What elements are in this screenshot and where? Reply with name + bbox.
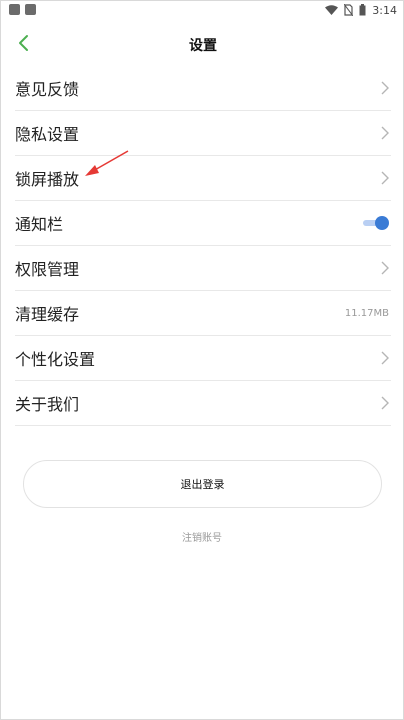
- battery-icon: [359, 4, 366, 16]
- chevron-right-icon: [381, 261, 389, 275]
- notification-bar-toggle[interactable]: [363, 216, 389, 230]
- settings-item-label: 关于我们: [15, 395, 80, 414]
- settings-item-label: 锁屏播放: [15, 170, 80, 189]
- phone-screen: 3:14 设置 意见反馈 隐私设置 锁屏播放 通知栏 权限管理 清理缓存 11.…: [0, 0, 404, 720]
- settings-item-label: 隐私设置: [15, 125, 80, 144]
- settings-item-notification-bar: 通知栏: [15, 201, 391, 246]
- chevron-right-icon: [381, 126, 389, 140]
- settings-item-feedback[interactable]: 意见反馈: [15, 66, 391, 111]
- logout-label: 退出登录: [180, 478, 225, 491]
- clock: 3:14: [372, 3, 397, 17]
- cache-size: 11.17MB: [344, 307, 389, 319]
- wifi-icon: [325, 4, 339, 15]
- settings-item-lockscreen-playback[interactable]: 锁屏播放: [15, 156, 391, 201]
- chevron-right-icon: [381, 81, 389, 95]
- chevron-right-icon: [381, 351, 389, 365]
- notification-icon-2: [25, 4, 36, 15]
- status-bar: 3:14: [1, 1, 404, 23]
- settings-item-label: 意见反馈: [15, 80, 80, 99]
- settings-item-clear-cache[interactable]: 清理缓存 11.17MB: [15, 291, 391, 336]
- settings-item-label: 通知栏: [15, 215, 64, 234]
- cancel-account-link[interactable]: 注销账号: [1, 529, 403, 544]
- settings-item-personalization[interactable]: 个性化设置: [15, 336, 391, 381]
- settings-item-permissions[interactable]: 权限管理: [15, 246, 391, 291]
- settings-item-label: 个性化设置: [15, 350, 96, 369]
- toggle-knob: [375, 216, 389, 230]
- settings-item-label: 权限管理: [15, 260, 80, 279]
- nav-header: 设置: [1, 23, 404, 63]
- chevron-right-icon: [381, 171, 389, 185]
- chevron-right-icon: [381, 396, 389, 410]
- settings-item-label: 清理缓存: [15, 305, 80, 324]
- settings-item-privacy[interactable]: 隐私设置: [15, 111, 391, 156]
- settings-list: 意见反馈 隐私设置 锁屏播放 通知栏 权限管理 清理缓存 11.17MB 个性化…: [15, 66, 391, 426]
- settings-item-about-us[interactable]: 关于我们: [15, 381, 391, 426]
- notification-icon: [9, 4, 20, 15]
- page-title: 设置: [189, 38, 217, 54]
- logout-button[interactable]: 退出登录: [23, 460, 382, 508]
- no-sim-icon: [344, 4, 354, 16]
